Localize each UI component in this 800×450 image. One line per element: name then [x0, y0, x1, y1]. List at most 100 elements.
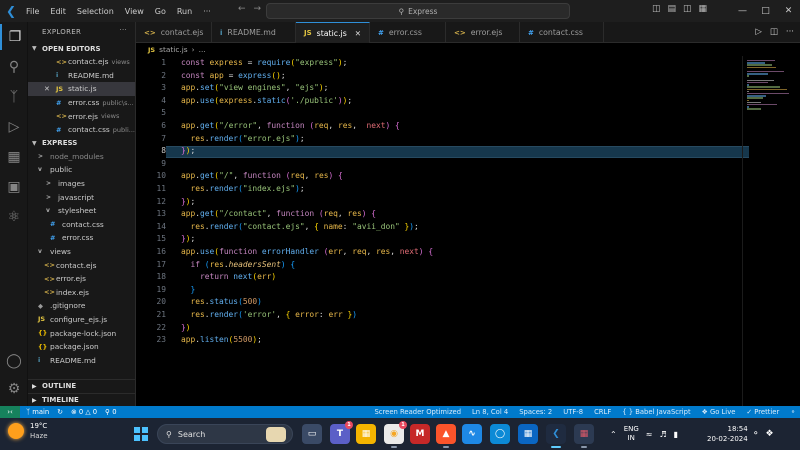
prettier-status[interactable]: ✓ Prettier — [746, 408, 779, 416]
settings-gear-icon[interactable]: ⚙ — [0, 376, 28, 402]
timeline-section[interactable]: ▶ TIMELINE — [28, 393, 135, 406]
toggle-secondary-sidebar-icon[interactable]: ◫ — [683, 4, 692, 14]
code-line[interactable]: app.get("/", function (req, res) { — [181, 171, 343, 180]
line-ending[interactable]: CRLF — [594, 408, 611, 416]
tree-file-error-ejs[interactable]: <> error.ejs — [28, 272, 135, 286]
run-file-icon[interactable]: ▷ — [755, 27, 762, 37]
code-line[interactable]: app.get("/error", function (req, res, ne… — [181, 121, 400, 130]
code-line[interactable]: res.render("index.ejs"); — [181, 184, 305, 193]
notifications-bell-icon[interactable]: ⚬ — [790, 408, 796, 416]
toggle-panel-icon[interactable]: ▤ — [668, 4, 677, 14]
chart-app-icon[interactable]: ∿ — [462, 424, 482, 444]
indentation[interactable]: Spaces: 2 — [519, 408, 552, 416]
code-line[interactable]: }); — [181, 197, 195, 206]
wifi-icon[interactable]: ≈ — [646, 430, 653, 439]
close-tab-icon[interactable]: ✕ — [355, 29, 361, 38]
tree-file-configure-ejs[interactable]: JS configure_ejs.js — [28, 313, 135, 327]
open-editor-item[interactable]: <> contact.ejs views — [28, 55, 135, 69]
menu-view[interactable]: View — [125, 7, 144, 16]
language-mode[interactable]: { } Babel JavaScript — [622, 408, 690, 416]
notification-bell-icon[interactable]: ⚬ — [752, 429, 760, 439]
chrome-icon[interactable]: ◉ 1 — [384, 421, 407, 448]
open-editor-item[interactable]: <> error.ejs views — [28, 109, 135, 123]
open-editor-item[interactable]: # contact.css publi... — [28, 123, 135, 137]
snipping-tool-icon[interactable]: ▦ — [574, 424, 594, 448]
run-debug-icon[interactable]: ▷ — [0, 114, 28, 140]
open-editor-item-active[interactable]: ✕ JS static.js — [28, 82, 135, 96]
mcafee-icon[interactable]: M — [410, 424, 430, 444]
ports-indicator[interactable]: ⚲ 0 — [105, 408, 116, 416]
outline-section[interactable]: ▶ OUTLINE — [28, 379, 135, 392]
vscode-taskbar-icon[interactable]: ❮ — [546, 424, 566, 448]
code-line[interactable]: return next(err) — [181, 272, 276, 281]
account-icon[interactable]: ◯ — [0, 348, 28, 374]
tree-file-contact-css[interactable]: # contact.css — [28, 218, 135, 232]
split-editor-icon[interactable]: ◫ — [770, 27, 778, 37]
back-arrow-icon[interactable]: ← — [238, 4, 254, 14]
close-icon[interactable]: ✕ — [777, 0, 800, 22]
tree-file-package-json[interactable]: {} package.json — [28, 340, 135, 354]
command-center-search[interactable]: ⚲ Express — [266, 3, 570, 19]
tree-folder-node-modules[interactable]: > node_modules — [28, 150, 135, 164]
menu-go[interactable]: Go — [155, 7, 166, 16]
code-line[interactable]: if (res.headersSent) { — [181, 260, 296, 269]
tree-folder-public[interactable]: v public — [28, 163, 135, 177]
go-live-button[interactable]: ❖ Go Live — [702, 408, 736, 416]
battery-icon[interactable]: ▮ — [674, 430, 678, 439]
tree-folder-javascript[interactable]: > javascript — [28, 190, 135, 204]
tree-folder-images[interactable]: > images — [28, 177, 135, 191]
code-line[interactable]: res.render("error.ejs"); — [181, 134, 305, 143]
tab-readme[interactable]: i README.md — [212, 22, 296, 43]
code-line[interactable]: res.render('error', { error: err }) — [181, 310, 358, 319]
copilot-icon[interactable]: ❖ — [766, 429, 774, 439]
workspace-folder-section[interactable]: ▼ EXPRESS — [28, 137, 135, 150]
code-line[interactable]: app.use(function errorHandler (err, req,… — [181, 247, 433, 256]
menu-more[interactable]: ··· — [203, 7, 211, 16]
file-explorer-icon[interactable]: ▦ — [356, 424, 376, 444]
taskbar-search[interactable]: ⚲ Search — [157, 424, 293, 444]
code-editor[interactable]: 1 const express = require("express"); 2 con… — [136, 56, 800, 406]
code-line[interactable]: app.set("view engines", "ejs"); — [181, 83, 328, 92]
remote-indicator-icon[interactable]: ›‹ — [0, 406, 20, 418]
code-line[interactable]: res.status(500) — [181, 297, 262, 306]
maximize-icon[interactable]: □ — [754, 0, 777, 22]
edge-icon[interactable]: ◯ — [490, 424, 510, 444]
search-view-icon[interactable]: ⚲ — [0, 54, 28, 80]
tree-file-gitignore[interactable]: ◆ .gitignore — [28, 299, 135, 313]
more-actions-icon[interactable]: ··· — [786, 27, 794, 37]
problems-indicator[interactable]: ⊗ 0 △ 0 — [71, 408, 97, 416]
file-encoding[interactable]: UTF-8 — [563, 408, 583, 416]
tree-folder-stylesheet[interactable]: v stylesheet — [28, 204, 135, 218]
toggle-sidebar-icon[interactable]: ◫ — [652, 4, 661, 14]
explorer-icon[interactable]: ❐ — [0, 24, 28, 50]
brave-icon[interactable]: ▲ — [436, 424, 456, 448]
code-line[interactable]: const express = require("express"); — [181, 58, 347, 67]
breadcrumb-file[interactable]: static.js — [159, 45, 188, 54]
tab-error-ejs[interactable]: <> error.ejs — [446, 22, 520, 43]
teams-icon[interactable]: T 1 — [330, 421, 353, 444]
extensions-icon[interactable]: ▦ — [0, 144, 28, 170]
code-line[interactable]: app.listen(5500); — [181, 335, 262, 344]
menu-run[interactable]: Run — [177, 7, 192, 16]
code-line[interactable]: } — [181, 285, 196, 294]
tree-folder-views[interactable]: v views — [28, 245, 135, 259]
tab-contact-ejs[interactable]: <> contact.ejs — [136, 22, 212, 43]
tree-file-index-ejs[interactable]: <> index.ejs — [28, 286, 135, 300]
remote-explorer-icon[interactable]: ▣ — [0, 174, 28, 200]
task-view-icon[interactable]: ▭ — [302, 424, 322, 444]
code-line[interactable]: app.use(express.static('./public')); — [181, 96, 352, 105]
code-line[interactable]: res.render("contact.ejs", { name: "avii_… — [181, 222, 419, 231]
language-indicator[interactable]: ENG IN — [624, 425, 639, 443]
show-hidden-icons-icon[interactable]: ⌃ — [610, 430, 617, 439]
open-editors-section[interactable]: ▼ OPEN EDITORS — [28, 42, 135, 55]
more-actions-icon[interactable]: ··· — [119, 26, 127, 34]
tab-static-js[interactable]: JS static.js ✕ — [296, 22, 370, 43]
screen-reader-mode[interactable]: Screen Reader Optimized — [374, 408, 461, 416]
tree-file-contact-ejs[interactable]: <> contact.ejs — [28, 258, 135, 272]
breadcrumb-rest[interactable]: ... — [199, 45, 206, 54]
code-line[interactable]: }) — [181, 323, 191, 332]
source-control-icon[interactable]: ᛉ — [0, 84, 28, 110]
menu-selection[interactable]: Selection — [77, 7, 114, 16]
code-line[interactable]: }); — [181, 234, 195, 243]
tree-file-package-lock[interactable]: {} package-lock.json — [28, 326, 135, 340]
